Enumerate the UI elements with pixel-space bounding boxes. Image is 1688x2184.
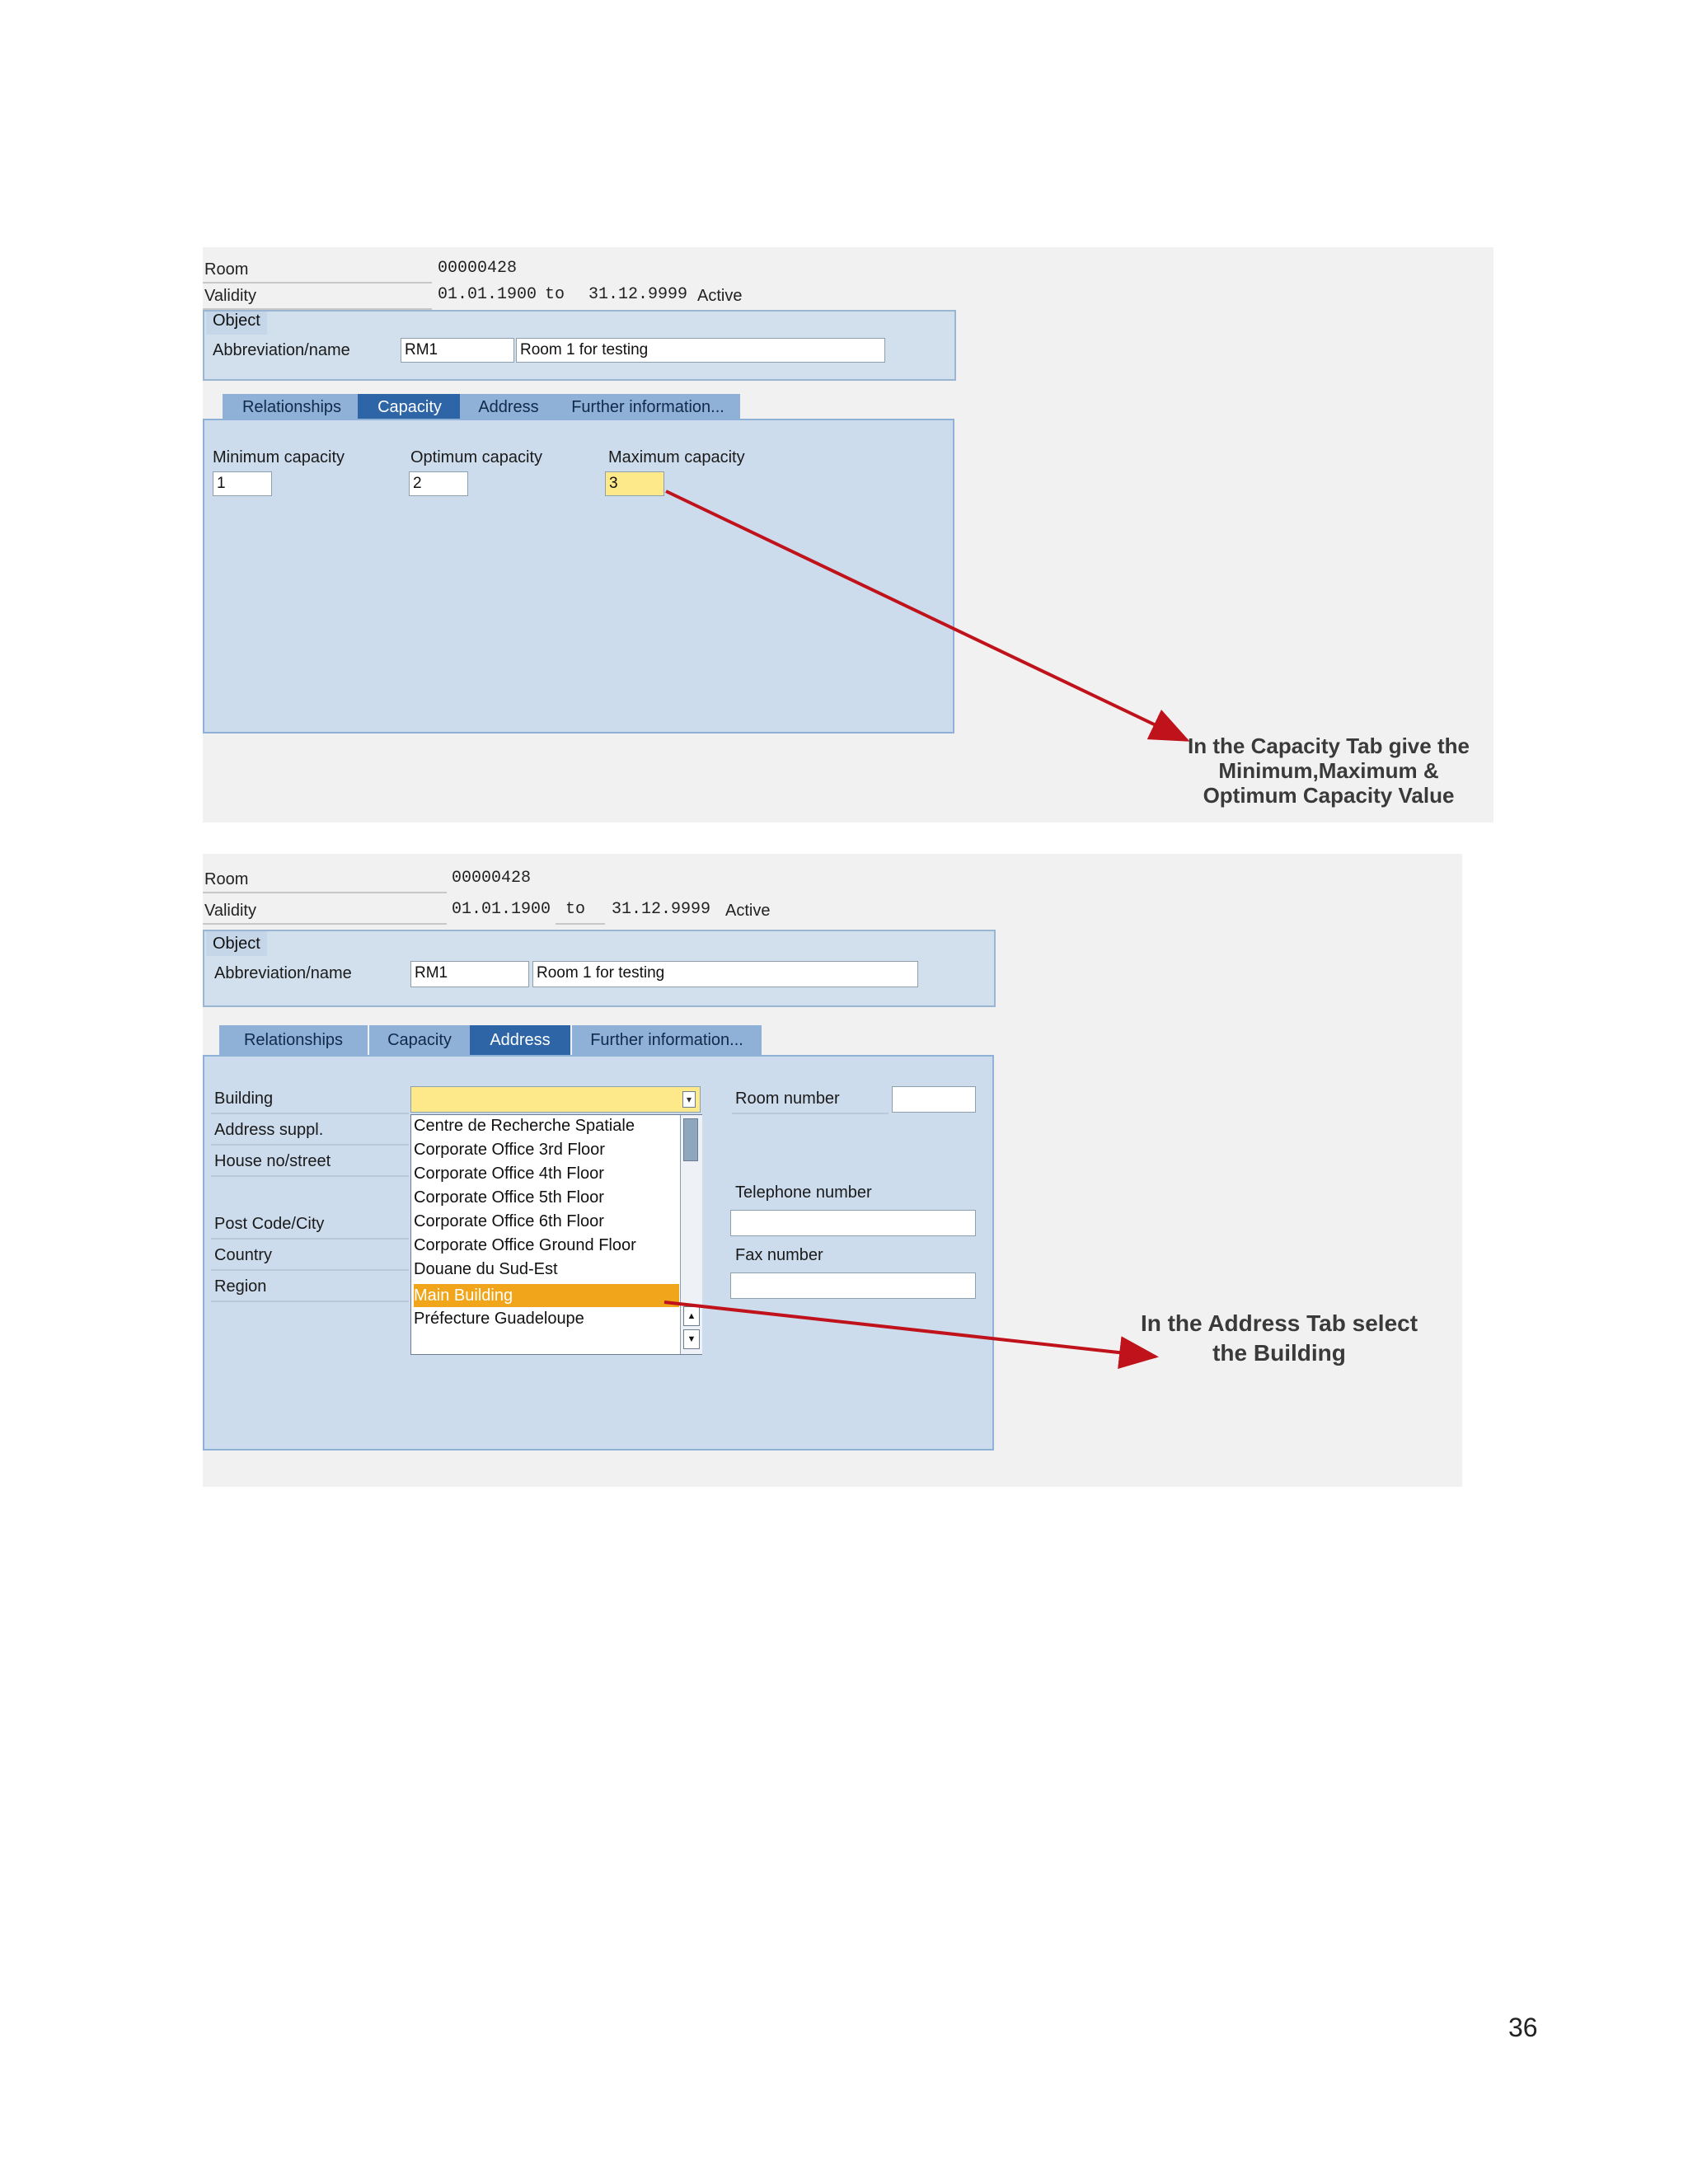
abbreviation-field[interactable]: RM1 — [401, 338, 514, 363]
name-field[interactable]: Room 1 for testing — [532, 961, 918, 987]
tab-relationships[interactable]: Relationships — [223, 394, 361, 420]
validity-to-label: to — [545, 285, 565, 304]
scroll-up-icon[interactable]: ▲ — [683, 1306, 700, 1326]
building-field[interactable] — [410, 1086, 701, 1113]
tab-address[interactable]: Address — [460, 394, 557, 420]
room-number-field[interactable] — [892, 1086, 976, 1113]
object-tab: Object — [206, 931, 267, 956]
min-capacity-label: Minimum capacity — [213, 448, 345, 466]
validity-label: Validity — [204, 287, 256, 305]
abbreviation-field[interactable]: RM1 — [410, 961, 529, 987]
list-item[interactable]: Corporate Office Ground Floor — [414, 1236, 676, 1255]
opt-capacity-label: Optimum capacity — [410, 448, 543, 466]
country-label: Country — [214, 1246, 273, 1264]
callout-line-1: In the Address Tab select — [1140, 1310, 1418, 1336]
max-capacity-label: Maximum capacity — [608, 448, 745, 466]
callout-line-1: In the Capacity Tab give the — [1188, 733, 1470, 758]
dropdown-icon[interactable]: ▾ — [682, 1091, 696, 1108]
region-label: Region — [214, 1277, 267, 1296]
list-item[interactable]: Préfecture Guadeloupe — [414, 1310, 676, 1329]
capacity-callout: In the Capacity Tab give the Minimum,Max… — [1172, 733, 1485, 808]
status-text: Active — [725, 902, 771, 920]
validity-to: 31.12.9999 — [612, 900, 711, 919]
capacity-screenshot: Room 00000428 Validity 01.01.1900 to 31.… — [203, 247, 1493, 823]
list-item[interactable]: Corporate Office 6th Floor — [414, 1212, 676, 1231]
abbreviation-label: Abbreviation/name — [213, 341, 350, 359]
max-capacity-field[interactable]: 3 — [605, 471, 664, 496]
page-number: 36 — [1508, 2013, 1538, 2042]
room-value: 00000428 — [438, 259, 518, 278]
callout-line-2: Minimum,Maximum & — [1218, 758, 1439, 783]
building-dropdown-list[interactable]: Centre de Recherche Spatiale Corporate O… — [410, 1114, 702, 1355]
address-screenshot: Room 00000428 Validity 01.01.1900 to 31.… — [203, 854, 1462, 1487]
tab-relationships[interactable]: Relationships — [219, 1025, 368, 1055]
list-item-selected[interactable]: Main Building — [414, 1284, 679, 1307]
room-label: Room — [204, 870, 249, 888]
address-callout: In the Address Tab select the Building — [1131, 1309, 1428, 1368]
validity-to: 31.12.9999 — [588, 285, 688, 304]
tab-further-information[interactable]: Further information... — [572, 1025, 762, 1055]
room-value: 00000428 — [452, 869, 532, 888]
tab-further-information[interactable]: Further information... — [556, 394, 740, 420]
list-item[interactable]: Corporate Office 3rd Floor — [414, 1141, 676, 1160]
tab-address[interactable]: Address — [470, 1025, 570, 1055]
telephone-field[interactable] — [730, 1210, 976, 1236]
validity-from: 01.01.1900 — [438, 285, 537, 304]
callout-line-2: the Building — [1212, 1340, 1346, 1366]
room-label: Room — [204, 260, 249, 279]
fax-label: Fax number — [735, 1246, 823, 1264]
scrollbar-thumb[interactable] — [683, 1118, 698, 1161]
opt-capacity-field[interactable]: 2 — [409, 471, 468, 496]
list-item[interactable]: Corporate Office 5th Floor — [414, 1188, 676, 1207]
object-tab: Object — [206, 312, 267, 335]
tab-capacity[interactable]: Capacity — [358, 394, 462, 420]
address-suppl-label: Address suppl. — [214, 1121, 324, 1139]
validity-label: Validity — [204, 902, 256, 920]
validity-from: 01.01.1900 — [452, 900, 551, 919]
room-number-label: Room number — [735, 1090, 840, 1108]
house-street-label: House no/street — [214, 1152, 331, 1170]
tab-capacity[interactable]: Capacity — [369, 1025, 470, 1055]
list-scrollbar[interactable]: ▲ ▼ — [680, 1115, 702, 1354]
building-label: Building — [214, 1090, 274, 1108]
fax-field[interactable] — [730, 1272, 976, 1299]
name-field[interactable]: Room 1 for testing — [516, 338, 885, 363]
telephone-label: Telephone number — [735, 1183, 872, 1202]
status-text: Active — [697, 287, 743, 305]
validity-to-label: to — [565, 900, 586, 919]
abbreviation-label: Abbreviation/name — [214, 964, 352, 982]
list-item[interactable]: Centre de Recherche Spatiale — [414, 1117, 676, 1136]
list-item[interactable]: Douane du Sud-Est — [414, 1260, 676, 1279]
callout-line-3: Optimum Capacity Value — [1203, 783, 1455, 808]
postcode-city-label: Post Code/City — [214, 1215, 325, 1233]
scroll-down-icon[interactable]: ▼ — [683, 1329, 700, 1349]
list-item[interactable]: Corporate Office 4th Floor — [414, 1165, 676, 1183]
min-capacity-field[interactable]: 1 — [213, 471, 272, 496]
